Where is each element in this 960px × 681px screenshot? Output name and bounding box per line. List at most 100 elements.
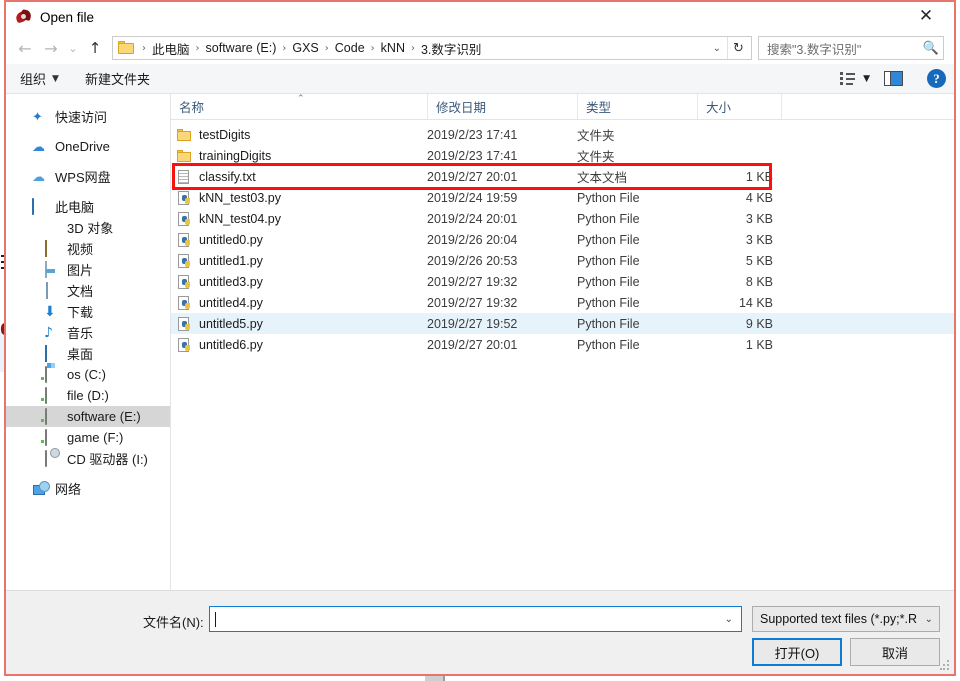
breadcrumb-item-0[interactable]: 此电脑 [151,39,191,58]
sidebar-item-14[interactable]: game (F:) [6,427,170,448]
sidebar-item-11[interactable]: os (C:) [6,364,170,385]
sidebar-item-5[interactable]: 视频 [6,238,170,259]
close-icon[interactable]: ✕ [904,2,948,30]
text-cursor [215,611,216,627]
sidebar-item-12[interactable]: file (D:) [6,385,170,406]
file-type-filter-dropdown[interactable]: Supported text files (*.py;*.R ⌄ [752,606,940,632]
open-file-dialog: Open file ✕ ← → ⌄ ↑ › 此电脑 › software (E:… [4,0,956,676]
spyder-icon [14,9,32,25]
sidebar-item-0[interactable]: ✦ 快速访问 [6,106,170,127]
file-name-label: classify.txt [199,169,256,184]
dialog-body: ✦ 快速访问 ☁ OneDrive ☁ WPS网盘 此电脑 3D 对象 视频 图片 文档 ⬇ 下载 ♪ 音乐… [6,93,954,590]
table-row[interactable]: kNN_test04.py 2019/2/24 20:01 Python File 3… [171,208,954,229]
sidebar-item-15[interactable]: CD 驱动器 (I:) [6,448,170,469]
address-bar[interactable]: › 此电脑 › software (E:) › GXS › Code › kNN… [112,36,752,60]
navigation-bar: ← → ⌄ ↑ › 此电脑 › software (E:) › GXS › Co… [6,32,954,64]
table-row[interactable]: classify.txt 2019/2/27 20:01 文本文档 1 KB [171,166,954,187]
organize-button[interactable]: 组织 ▼ [20,69,59,88]
drive-icon [44,407,60,425]
sidebar-item-1[interactable]: ☁ OneDrive [6,136,170,157]
column-header-date[interactable]: 修改日期 [427,93,577,120]
sidebar-item-9[interactable]: ♪ 音乐 [6,322,170,343]
preview-pane-button[interactable] [878,71,909,86]
file-name-cell: untitled3.py [171,274,427,290]
sidebar-item-7[interactable]: 文档 [6,280,170,301]
sidebar-item-16[interactable]: 网络 [6,478,170,499]
sidebar-item-13[interactable]: software (E:) [6,406,170,427]
filename-input[interactable]: ⌄ [209,606,742,632]
new-folder-button[interactable]: 新建文件夹 [85,69,150,88]
sidebar-item-8[interactable]: ⬇ 下载 [6,301,170,322]
breadcrumb-item-1[interactable]: software (E:) [205,41,278,55]
search-input[interactable]: 搜索"3.数字识别" 🔍 [758,36,944,60]
sidebar-item-label: OneDrive [55,139,110,154]
sidebar-item-3[interactable]: 此电脑 [6,196,170,217]
chevron-down-icon: ⌄ [924,613,933,625]
file-size-cell: 1 KB [745,337,773,352]
3d-objects-icon [44,220,60,236]
file-size-cell: 5 KB [745,253,773,268]
file-name-label: trainingDigits [199,148,272,163]
table-row[interactable]: untitled1.py 2019/2/26 20:53 Python File 5 … [171,250,954,271]
table-row[interactable]: testDigits 2019/2/23 17:41 文件夹 [171,124,954,145]
sidebar-item-label: CD 驱动器 (I:) [67,452,148,467]
help-icon[interactable]: ? [927,69,946,88]
file-name-label: untitled6.py [199,337,263,352]
search-icon: 🔍 [922,40,939,56]
file-date-cell: 2019/2/26 20:04 [427,232,518,247]
sidebar-item-label: 音乐 [67,326,94,341]
sidebar-item-label: 快速访问 [55,110,108,125]
table-row[interactable]: untitled0.py 2019/2/26 20:04 Python File 3 … [171,229,954,250]
recent-locations-chevron-down-icon[interactable]: ⌄ [64,35,82,61]
table-row[interactable]: untitled4.py 2019/2/27 19:32 Python File 14… [171,292,954,313]
file-type-cell: 文件夹 [577,129,615,143]
sidebar-item-10[interactable]: 桌面 [6,343,170,364]
breadcrumb-item-3[interactable]: Code [334,41,366,55]
navigation-sidebar: ✦ 快速访问 ☁ OneDrive ☁ WPS网盘 此电脑 3D 对象 视频 图片 文档 ⬇ 下载 ♪ 音乐… [6,94,171,590]
breadcrumb-item-2[interactable]: GXS [291,41,319,55]
sidebar-item-label: game (F:) [67,430,124,445]
table-row[interactable]: kNN_test03.py 2019/2/24 19:59 Python File 4… [171,187,954,208]
file-name-label: kNN_test04.py [199,211,281,226]
forward-button[interactable]: → [38,35,64,61]
sidebar-item-label: 图片 [67,263,94,278]
file-name-cell: untitled5.py [171,316,427,332]
cloud-outline-icon: ☁ [32,169,45,185]
file-name-label: testDigits [199,127,251,142]
table-row[interactable]: untitled3.py 2019/2/27 19:32 Python File 8 … [171,271,954,292]
up-button[interactable]: ↑ [82,35,108,61]
file-date-cell: 2019/2/26 20:53 [427,253,518,268]
breadcrumb-item-5[interactable]: 3.数字识别 [420,39,482,58]
sidebar-item-2[interactable]: ☁ WPS网盘 [6,166,170,187]
file-size-cell: 1 KB [745,169,773,184]
table-row[interactable]: untitled5.py 2019/2/27 19:52 Python File 9 … [171,313,954,334]
sidebar-item-6[interactable]: 图片 [6,259,170,280]
filename-chevron-down-icon[interactable]: ⌄ [719,614,739,625]
breadcrumb-item-4[interactable]: kNN [380,41,406,55]
sidebar-item-label: 网络 [55,482,82,497]
os-drive-icon [44,365,60,383]
column-header-size[interactable]: 大小 [697,93,781,120]
sidebar-item-4[interactable]: 3D 对象 [6,217,170,238]
preview-pane-icon [884,71,903,86]
breadcrumb-separator: › [195,42,200,54]
file-date-cell: 2019/2/23 17:41 [427,148,518,163]
file-name-cell: untitled1.py [171,253,427,269]
file-name-label: kNN_test03.py [199,190,281,205]
change-view-button[interactable]: ▼ [834,71,876,86]
file-date-cell: 2019/2/27 19:32 [427,274,518,289]
organize-label: 组织 [20,72,47,87]
table-row[interactable]: untitled6.py 2019/2/27 20:01 Python File 1 … [171,334,954,355]
back-button[interactable]: ← [12,35,38,61]
column-header-type[interactable]: 类型 [577,93,697,120]
cancel-button[interactable]: 取消 [850,638,940,666]
table-row[interactable]: trainingDigits 2019/2/23 17:41 文件夹 [171,145,954,166]
music-icon: ♪ [44,324,53,341]
chevron-down-icon: ▼ [863,73,870,84]
address-chevron-down-icon[interactable]: ⌄ [707,43,727,54]
resize-grip[interactable] [940,660,950,670]
file-date-cell: 2019/2/23 17:41 [427,127,518,142]
open-button[interactable]: 打开(O) [752,638,842,666]
file-name-cell: kNN_test03.py [171,190,427,206]
refresh-icon[interactable]: ↻ [727,37,749,59]
